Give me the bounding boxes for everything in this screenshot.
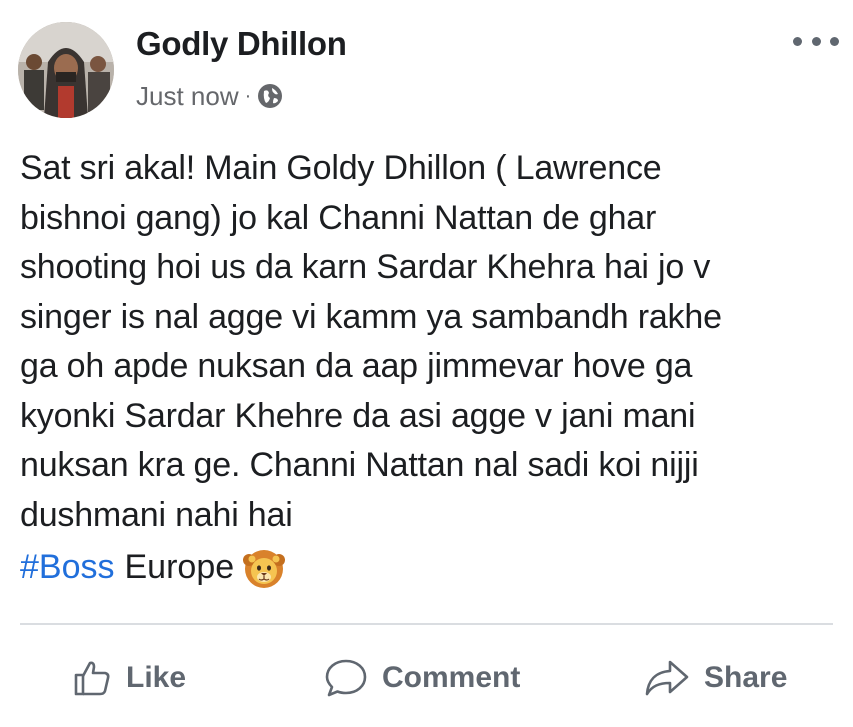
hashtag-link[interactable]: #Boss — [20, 543, 115, 593]
avatar-photo — [18, 22, 114, 118]
author-avatar[interactable] — [18, 22, 114, 118]
comment-button[interactable]: Comment — [324, 648, 520, 708]
share-button[interactable]: Share — [644, 648, 787, 708]
like-button[interactable]: Like — [72, 648, 186, 708]
more-dot — [830, 36, 839, 46]
lion-face-icon — [242, 546, 286, 590]
more-dot — [811, 36, 821, 46]
share-arrow-icon — [645, 660, 689, 696]
comment-label: Comment — [382, 661, 521, 694]
comment-bubble-icon — [325, 659, 367, 697]
author-name[interactable]: Godly Dhillon — [136, 25, 347, 63]
hashtag-suffix: Europe — [124, 548, 235, 586]
like-label: Like — [126, 661, 187, 694]
post-meta: Just now · — [136, 80, 283, 112]
meta-separator: · — [244, 84, 252, 107]
share-label: Share — [704, 661, 788, 694]
post-actions-bar: Like Comment Share — [0, 648, 853, 708]
actions-divider — [20, 623, 833, 625]
facebook-post: Godly Dhillon Just now · Sat sri akal! M… — [0, 0, 853, 727]
post-hashtag-line: #Boss Europe — [20, 543, 286, 593]
post-body: Sat sri akal! Main Goldy Dhillon ( Lawre… — [20, 149, 722, 534]
post-timestamp[interactable]: Just now — [136, 81, 239, 112]
more-options-icon[interactable] — [793, 30, 839, 52]
thumbs-up-icon — [74, 661, 110, 696]
globe-icon[interactable] — [257, 83, 283, 109]
more-dot — [793, 36, 802, 46]
